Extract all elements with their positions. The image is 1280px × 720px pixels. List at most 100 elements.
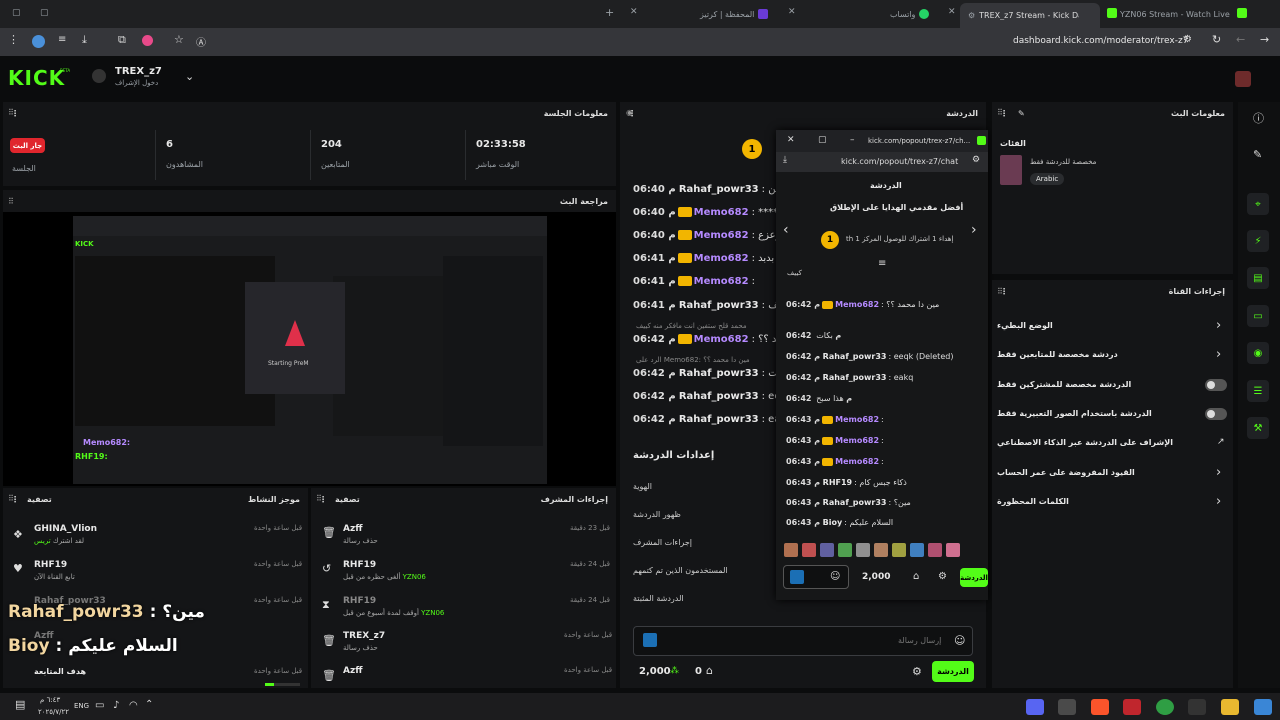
emote-icon[interactable] [946, 543, 960, 557]
emote-icon[interactable] [820, 543, 834, 557]
mod-user[interactable]: RHF19 [343, 560, 376, 570]
tab-whatsapp[interactable]: واتساب [890, 4, 940, 24]
chat-username[interactable]: Rahaf_powr33 [679, 414, 759, 425]
download-icon[interactable]: ⤓ [783, 155, 787, 165]
emote-icon[interactable] [874, 543, 888, 557]
site-settings-icon[interactable]: ⚙ [972, 155, 980, 165]
drag-handle-icon[interactable]: ⠿ [997, 108, 1003, 117]
next-chevron-icon[interactable]: › [971, 222, 977, 238]
volume-icon[interactable]: ♪ [113, 700, 119, 711]
chat-message[interactable]: 06:40 م Memo682: زعزع [633, 230, 780, 241]
new-tab-icon[interactable]: + [605, 6, 614, 19]
activity-user[interactable]: هدف المتابعة [34, 667, 86, 676]
drag-handle-icon[interactable]: ⠿ [997, 287, 1003, 296]
emote-icon[interactable] [856, 543, 870, 557]
site-settings-icon[interactable]: ⚙ [1183, 34, 1192, 45]
back-icon[interactable]: → [1260, 33, 1269, 46]
mod-user[interactable]: Azff [343, 524, 363, 534]
settings-gear-icon[interactable]: ⚙ [912, 665, 922, 678]
chat-message[interactable]: 06:41 مMemo682: نعود بدبد [633, 253, 795, 264]
extensions-icon[interactable]: ⧉ [118, 33, 126, 47]
filter-button[interactable]: تصفية [335, 495, 360, 504]
chat-setting-item[interactable]: ظهور الدردشة [633, 510, 681, 519]
brave-icon[interactable] [1091, 699, 1109, 715]
chat-message[interactable]: 06:42 م Rahaf_powr33: بكات [633, 368, 789, 379]
extensions-menu-icon[interactable]: ⋮ [8, 33, 19, 46]
chat-message[interactable]: 06:40 م Memo682: ****** [633, 207, 788, 218]
channel-action-label[interactable]: القيود المفروضة على عمر الحساب [997, 468, 1135, 477]
tab-close-icon[interactable]: ✕ [788, 7, 796, 17]
app-dark-icon[interactable] [1188, 699, 1206, 715]
mod-user[interactable]: RHF19 [343, 596, 376, 606]
chat-username[interactable]: Memo682 [835, 415, 879, 424]
emote-icon[interactable] [910, 543, 924, 557]
drag-handle-icon[interactable]: ⠿ [8, 108, 14, 117]
activity-user[interactable]: RHF19 [34, 560, 67, 570]
chat-setting-item[interactable]: الدردشة المثبتة [633, 594, 684, 603]
channel-avatar[interactable] [92, 69, 106, 83]
kick-logo[interactable]: KICK [8, 66, 65, 90]
kick-emote-icon[interactable] [790, 570, 804, 584]
chat-username[interactable]: Memo682 [835, 436, 879, 445]
chrome-icon[interactable] [1156, 699, 1174, 715]
chat-setting-item[interactable]: إجراءات المشرف [633, 538, 692, 547]
document-icon[interactable]: ▤ [1247, 267, 1269, 289]
chat-username[interactable]: Memo682 [835, 457, 879, 466]
chevron-down-icon[interactable]: ⌄ [185, 70, 194, 83]
popout-chat-message[interactable]: 06:42 م Rahaf_powr33: eakq [786, 373, 913, 382]
prev-chevron-icon[interactable]: ‹ [783, 222, 789, 238]
tab-wallet[interactable]: المحفظة | كرتيز [700, 4, 780, 24]
chat-message[interactable]: 06:40 م Rahaf_powr33: يا امين [633, 184, 796, 195]
broadcast-icon[interactable]: ◉ [1247, 342, 1269, 364]
chat-username[interactable]: Memo682 [694, 334, 749, 345]
chat-message[interactable]: 06:42 م Rahaf_powr33: eakq [633, 414, 793, 425]
chat-username[interactable]: Memo682 [694, 230, 749, 241]
popout-chat-message[interactable]: 06:43 م Bioy: السلام عليكم [786, 518, 893, 527]
chevron-right-icon[interactable]: › [1216, 494, 1221, 509]
chat-username[interactable]: RHF19 [823, 478, 852, 487]
window-menu-icon[interactable]: ▢ [12, 8, 21, 18]
profile-avatar[interactable] [32, 35, 45, 48]
chevron-right-icon[interactable]: › [1216, 318, 1221, 333]
windows-start-icon[interactable] [1254, 699, 1272, 715]
popout-send-button[interactable]: الدردشة [960, 568, 988, 587]
mod-user[interactable]: Azff [343, 666, 363, 676]
extension-pink-icon[interactable] [142, 35, 153, 46]
stream-video[interactable]: KICK Starting PreM Memo682: RHF19: [73, 216, 547, 484]
chat-setting-item[interactable]: المستخدمون الذين تم كتمهم [633, 566, 728, 575]
pin-icon[interactable]: ≡ [878, 258, 886, 269]
tray-chevron-icon[interactable]: ⌃ [145, 699, 153, 710]
chat-username[interactable]: Memo682 [694, 253, 749, 264]
chat-username[interactable]: Rahaf_powr33 [679, 368, 759, 379]
battery-icon[interactable]: ▭ [95, 700, 104, 711]
emote-icon[interactable] [838, 543, 852, 557]
gift-icon[interactable]: ⌂ [706, 664, 713, 677]
maximize-icon[interactable]: ▢ [818, 135, 827, 145]
chat-username[interactable]: Rahaf_powr33 [679, 184, 759, 195]
emote-icon[interactable] [784, 543, 798, 557]
popout-chat-message[interactable]: 06:43 م RHF19: ذكاء جبس كام [786, 478, 907, 487]
tab-close-icon[interactable]: ✕ [948, 7, 956, 17]
edit-pencil-icon[interactable]: ✎ [1253, 148, 1262, 161]
address-bar-url[interactable]: dashboard.kick.com/moderator/trex-z7 [1013, 36, 1188, 46]
chevron-right-icon[interactable]: › [1216, 465, 1221, 480]
chat-icon[interactable]: ▭ [1247, 305, 1269, 327]
popout-url[interactable]: kick.com/popout/trex-z7/chat [841, 157, 958, 166]
chat-send-button[interactable]: الدردشة [932, 661, 974, 682]
app-red-icon[interactable] [1123, 699, 1141, 715]
channel-action-label[interactable]: الكلمات المحظورة [997, 497, 1069, 506]
emote-icon[interactable] [802, 543, 816, 557]
tab-close-icon[interactable]: ✕ [630, 7, 638, 17]
popout-chat-message[interactable]: 06:42 م Rahaf_powr33: eeqk (Deleted) [786, 352, 953, 361]
chat-username[interactable]: Rahaf_powr33 [823, 373, 887, 382]
category-thumbnail[interactable] [1000, 155, 1022, 185]
drag-handle-icon[interactable]: ⠿ [8, 494, 14, 503]
channel-action-label[interactable]: الإشراف على الدردشة عبر الذكاء الاصطناعي [997, 438, 1173, 447]
channel-action-label[interactable]: الوضع البطيء [997, 321, 1053, 330]
activity-user[interactable]: GHINA_Vlion [34, 524, 97, 534]
forward-icon[interactable]: ← [1236, 33, 1245, 46]
chat-username[interactable]: Rahaf_powr33 [823, 352, 887, 361]
popout-chat-message[interactable]: 06:42 م Memo682: مين دا محمد ؟؟ [786, 300, 939, 309]
tab-trex-dashboard[interactable]: ⚙ TREX_z7 Stream - Kick Das [960, 3, 1100, 28]
emote-only-toggle[interactable] [1205, 408, 1227, 420]
